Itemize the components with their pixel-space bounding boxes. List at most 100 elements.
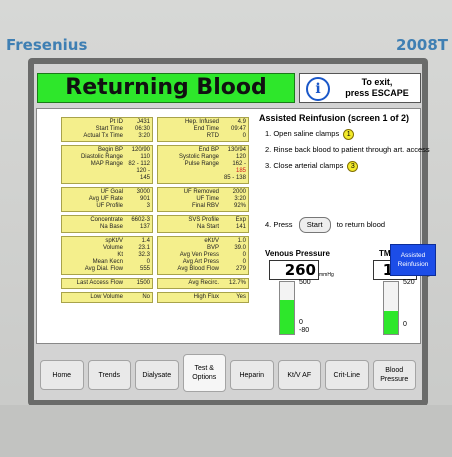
summary-row: Last Access Flow 1500 Avg Recirc. 12.7% [61,278,249,289]
field-label: BVP [206,245,219,251]
field-label: Start Time [95,126,123,132]
info-icon: i [306,77,330,101]
field-value: 162 - 185 [232,161,246,174]
tmp-max: 520 [403,279,415,286]
header-bar: Returning Blood i To exit, press ESCAPE [34,70,422,104]
field-value: 3000 [136,189,150,195]
field-value: 92% [233,203,246,209]
summary-row: Concentrate Na Base 6602-3 137 SVS Profile Na… [61,215,249,233]
field-label: Pulse Range [184,161,219,167]
start-button[interactable]: Start [298,217,331,233]
field-label: UF Goal [100,189,123,195]
step-4: 4. Press Start to return blood [265,217,385,233]
field-value: 09:47 [230,126,246,132]
venous-unit: mmHg [319,272,334,278]
field-value: 901 [139,196,150,202]
field-label: Avg UF Rate [88,196,123,202]
tab-crit-line[interactable]: Crit-Line [325,360,369,390]
step-badge: 1 [343,129,355,140]
field-label: Pt ID [109,119,123,125]
dialysis-device: Fresenius 2008T Returning Blood i To exi… [0,0,452,457]
field-label: Begin BP [97,147,123,153]
field-label: Na Base [99,224,123,230]
field-value: 32.3 [138,252,150,258]
summary-cell: Pt ID Start Time Actual Tx Time J431 06:30 3:… [61,117,153,142]
summary-cell: SVS Profile Na Start Exp 141 [157,215,249,233]
venous-pressure-label: Venous Pressure [265,249,330,258]
tmp-bar [383,281,399,335]
field-value: No [142,294,150,300]
field-label: Avg Recirc. [188,280,219,286]
field-value: 120 - 145 [136,168,150,181]
field-value: J431 [136,119,150,125]
field-value: 0 [242,259,246,265]
tmp-zero: 0 [403,321,407,328]
field-value: 141 [235,224,246,230]
tab-kt-v-af[interactable]: Kt/V AF [277,360,321,390]
field-value: 85 - 138 [223,175,246,181]
tab-blood-pressure[interactable]: Blood Pressure [372,360,416,390]
summary-row: UF Goal Avg UF Rate UF Profile 3000 901 3 UF R… [61,187,249,212]
step-1: 1. Open saline clamps 1 [265,129,355,140]
field-value: 1.0 [237,238,246,244]
field-label: UF Removed [183,189,219,195]
status-banner: Returning Blood [37,73,295,103]
field-value: 3:20 [138,133,150,139]
field-label: Kt [117,252,123,258]
field-label: SVS Profile [188,217,219,223]
field-label: Hep. Infused [184,119,219,125]
summary-cell: UF Goal Avg UF Rate UF Profile 3000 901 3 [61,187,153,212]
field-label: UF Time [196,196,219,202]
tab-heparin[interactable]: Heparin [230,360,274,390]
summary-cell: Avg Recirc. 12.7% [157,278,249,289]
field-label: Mean Kecn [92,259,123,265]
brand-logo: Fresenius [6,36,88,54]
tab-home[interactable]: Home [40,360,84,390]
step-badge: 3 [347,161,359,172]
screen: Returning Blood i To exit, press ESCAPE … [34,64,430,400]
summary-cell: UF Removed UF Time Final RBV 2000 3:20 92% [157,187,249,212]
field-label: Avg Blood Flow [177,266,219,272]
field-label: Volume [102,245,123,251]
field-label: Final RBV [191,203,219,209]
summary-cell: End BP Systolic Range Pulse Range 130/94 12… [157,145,249,184]
field-label: Avg Ven Press [179,252,219,258]
field-label: Diastolic Range [80,154,123,160]
summary-row: Low Volume No High Flux Yes [61,292,249,303]
field-label: Na Start [196,224,219,230]
field-label: End Time [193,126,219,132]
assisted-reinfusion-button[interactable]: Assisted Reinfusion [390,244,436,276]
field-value: 555 [139,266,150,272]
tab-trends[interactable]: Trends [87,360,131,390]
summary-row: spKt/V Volume Kt Mean Kecn Avg Dial. Flow 1.4… [61,236,249,275]
field-value: 12.7% [228,280,246,286]
step-3: 3. Close arterial clamps 3 [265,161,359,172]
field-value: 1500 [136,280,150,286]
summary-cell: Low Volume No [61,292,153,303]
escape-hint: i To exit, press ESCAPE [299,73,421,103]
field-label: Avg Art Press [182,259,219,265]
model-label: 2008T [396,36,448,54]
field-label: High Flux [193,294,219,300]
venous-min: -80 [299,327,310,334]
field-label: Low Volume [90,294,123,300]
field-value: 06:30 [134,126,150,132]
field-label: Actual Tx Time [83,133,123,139]
venous-pressure-value: 260 [269,260,319,280]
field-value: 39.0 [234,245,246,251]
summary-cell: High Flux Yes [157,292,249,303]
summary-cell: Last Access Flow 1500 [61,278,153,289]
venous-zero: 0 [299,319,303,326]
summary-panel: Pt ID Start Time Actual Tx Time J431 06:30 3:… [36,108,430,344]
tab-dialysate[interactable]: Dialysate [135,360,179,390]
field-value: 0 [146,259,150,265]
field-value: Yes [236,294,246,300]
field-value: 137 [139,224,150,230]
tab-test-options[interactable]: Test & Options [182,354,226,392]
screen-bezel: Returning Blood i To exit, press ESCAPE … [28,58,430,406]
field-label: End BP [198,147,219,153]
field-label: Avg Dial. Flow [84,266,123,272]
reinfusion-title: Assisted Reinfusion (screen 1 of 2) [259,113,410,123]
field-value: 3:20 [234,196,246,202]
field-value: Exp [235,217,246,223]
